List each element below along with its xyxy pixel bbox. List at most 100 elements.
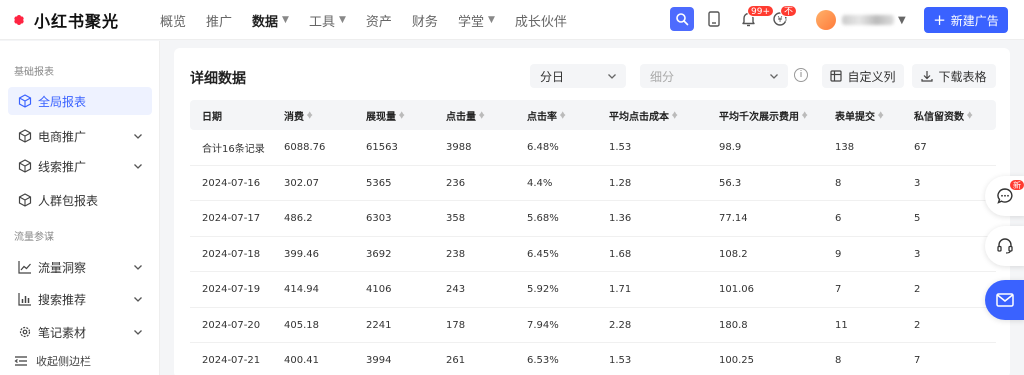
table-cell: 7 [914,355,921,366]
collapse-sidebar-button[interactable]: 收起侧边栏 [14,353,91,369]
column-header-label: 消费 [284,111,304,123]
column-header[interactable]: 私信留资数 ▲ ▼ [914,100,972,130]
sidebar-item-4[interactable]: 流量洞察 [8,253,152,281]
column-header[interactable]: 平均点击成本 ▲ ▼ [609,100,677,130]
nav-item-label: 工具 [308,14,335,30]
sidebar-item-6[interactable]: 笔记素材 [8,318,152,346]
account-menu[interactable]: ▼ [816,7,916,33]
table-cell: 486.2 [284,213,313,224]
table-cell: 3994 [366,355,392,366]
table-cell: 2024-07-19 [202,284,261,295]
tablet-button[interactable] [702,7,726,31]
download-table-label: 下载表格 [938,69,987,84]
notifications-button[interactable]: 99+ [736,5,774,31]
balance-button[interactable]: ¥ 不足 [768,5,798,31]
sort-icon[interactable]: ▲ ▼ [878,111,883,120]
chevron-down-icon [134,297,142,302]
mail-float-button[interactable] [985,280,1024,320]
account-name-blurred [842,15,894,25]
sort-icon[interactable]: ▲ ▼ [399,111,404,120]
table-cell: 138 [835,142,855,153]
sidebar-item-3[interactable]: 人群包报表 [8,186,152,214]
table-row: 2024-07-20 405.18 2241 178 7.94% 2.28 180.8 11 2 [190,308,996,343]
brand-logo-icon [8,9,30,31]
table-cell: 5365 [366,177,392,189]
table-cell: 2024-07-18 [202,248,261,260]
table-cell: 399.46 [284,248,319,260]
sort-icon[interactable]: ▲ ▼ [802,111,807,120]
sort-icon[interactable]: ▲ ▼ [672,111,677,120]
nav-item-label: 财务 [411,14,438,30]
table-cell: 2241 [366,319,392,331]
table-cell: 238 [446,248,466,260]
chat-float-button[interactable]: 新 [985,176,1024,216]
table-cell: 4106 [366,284,392,295]
nav-item-4[interactable]: 资产 [366,11,392,30]
headset-icon [997,238,1013,254]
nav-item-1[interactable]: 推广 [206,11,232,30]
table-cell: 6 [835,213,842,224]
sidebar-item-5[interactable]: 搜索推荐 [8,285,152,313]
table-row: 2024-07-19 414.94 4106 243 5.92% 1.71 101.06 7 2 [190,272,996,308]
granularity-select[interactable]: 分日 [530,64,626,88]
sidebar-item-1[interactable]: 电商推广 [8,122,152,150]
support-float-button[interactable] [985,226,1024,266]
nav-item-6[interactable]: 学堂 ▼ [458,11,495,30]
sort-icon[interactable]: ▲ ▼ [307,111,312,120]
new-ad-button[interactable]: + 新建广告 [924,7,1008,33]
table-cell: 358 [446,213,466,224]
sort-icon[interactable]: ▲ ▼ [967,111,972,120]
table-cell: 3988 [446,142,472,153]
column-header[interactable]: 表单提交 ▲ ▼ [835,100,883,130]
sidebar-item-2[interactable]: 线索推广 [8,152,152,180]
table-cell: 1.28 [609,177,632,189]
column-header-label: 平均千次展示费用 [719,111,799,123]
chevron-down-icon: ▼ [282,15,289,25]
bar-chart-icon [18,292,32,306]
table-cell: 236 [446,177,466,189]
table-cell: 6.53% [527,355,559,366]
nav-item-5[interactable]: 财务 [412,11,438,30]
column-header[interactable]: 点击量 ▲ ▼ [446,100,484,130]
custom-columns-button[interactable]: 自定义列 [822,64,904,88]
nav-item-7[interactable]: 成长伙伴 [515,11,567,30]
top-bar: 小红书聚光 概览 推广 数据 ▼ 工具 ▼ 资产 财务 学堂 ▼ 成长伙伴 99+ ¥ 不足 ▼ +… [0,0,1024,40]
detail-data-panel: 详细数据 分日 细分 i 自定义列 下载表格 日期 消费 ▲ ▼ 展现量 ▲ ▼ 点击量 ▲ ▼ 点… [174,48,1010,375]
sort-icon[interactable]: ▲ ▼ [560,111,565,120]
main-nav: 概览 推广 数据 ▼ 工具 ▼ 资产 财务 学堂 ▼ 成长伙伴 [160,0,587,40]
sidebar-item-0[interactable]: 全局报表 [8,87,152,115]
download-icon [921,71,934,82]
download-table-button[interactable]: 下载表格 [912,64,996,88]
table-cell: 101.06 [719,284,754,295]
sidebar-section-basic: 基础报表 [14,67,54,78]
brand-name: 小红书聚光 [34,12,120,31]
chevron-down-icon [770,74,778,79]
breakdown-select[interactable]: 细分 [640,64,788,88]
table-cell: 1.53 [609,142,632,153]
columns-icon [830,70,843,82]
nav-item-0[interactable]: 概览 [160,11,186,30]
trend-icon [18,260,32,274]
sidebar-item-label: 流量洞察 [38,260,87,275]
chevron-down-icon: ▼ [898,14,906,26]
sort-icon[interactable]: ▲ ▼ [479,111,484,120]
info-icon[interactable]: i [794,68,808,82]
search-button[interactable] [670,7,694,31]
message-badge: 新 [1009,179,1024,191]
column-header[interactable]: 消费 ▲ ▼ [284,100,312,130]
table-total-row: 合计16条记录 6088.76 61563 3988 6.48% 1.53 98.9 138 6… [190,130,996,166]
table-cell: 2024-07-21 [202,355,261,366]
svg-text:¥: ¥ [777,15,782,24]
nav-item-label: 概览 [160,14,187,30]
table-cell: 6088.76 [284,142,326,153]
table-body: 合计16条记录 6088.76 61563 3988 6.48% 1.53 98.9 138 6… [190,130,996,375]
nav-item-2[interactable]: 数据 ▼ [252,11,289,30]
chevron-down-icon [134,134,142,139]
column-header[interactable]: 展现量 ▲ ▼ [366,100,404,130]
brand-logo[interactable]: 小红书聚光 [8,8,119,32]
sidebar-section-traffic: 流量参谋 [14,232,54,243]
nav-item-3[interactable]: 工具 ▼ [309,11,346,30]
cube-icon [18,129,32,143]
column-header[interactable]: 平均千次展示费用 ▲ ▼ [719,100,807,130]
column-header[interactable]: 点击率 ▲ ▼ [527,100,565,130]
